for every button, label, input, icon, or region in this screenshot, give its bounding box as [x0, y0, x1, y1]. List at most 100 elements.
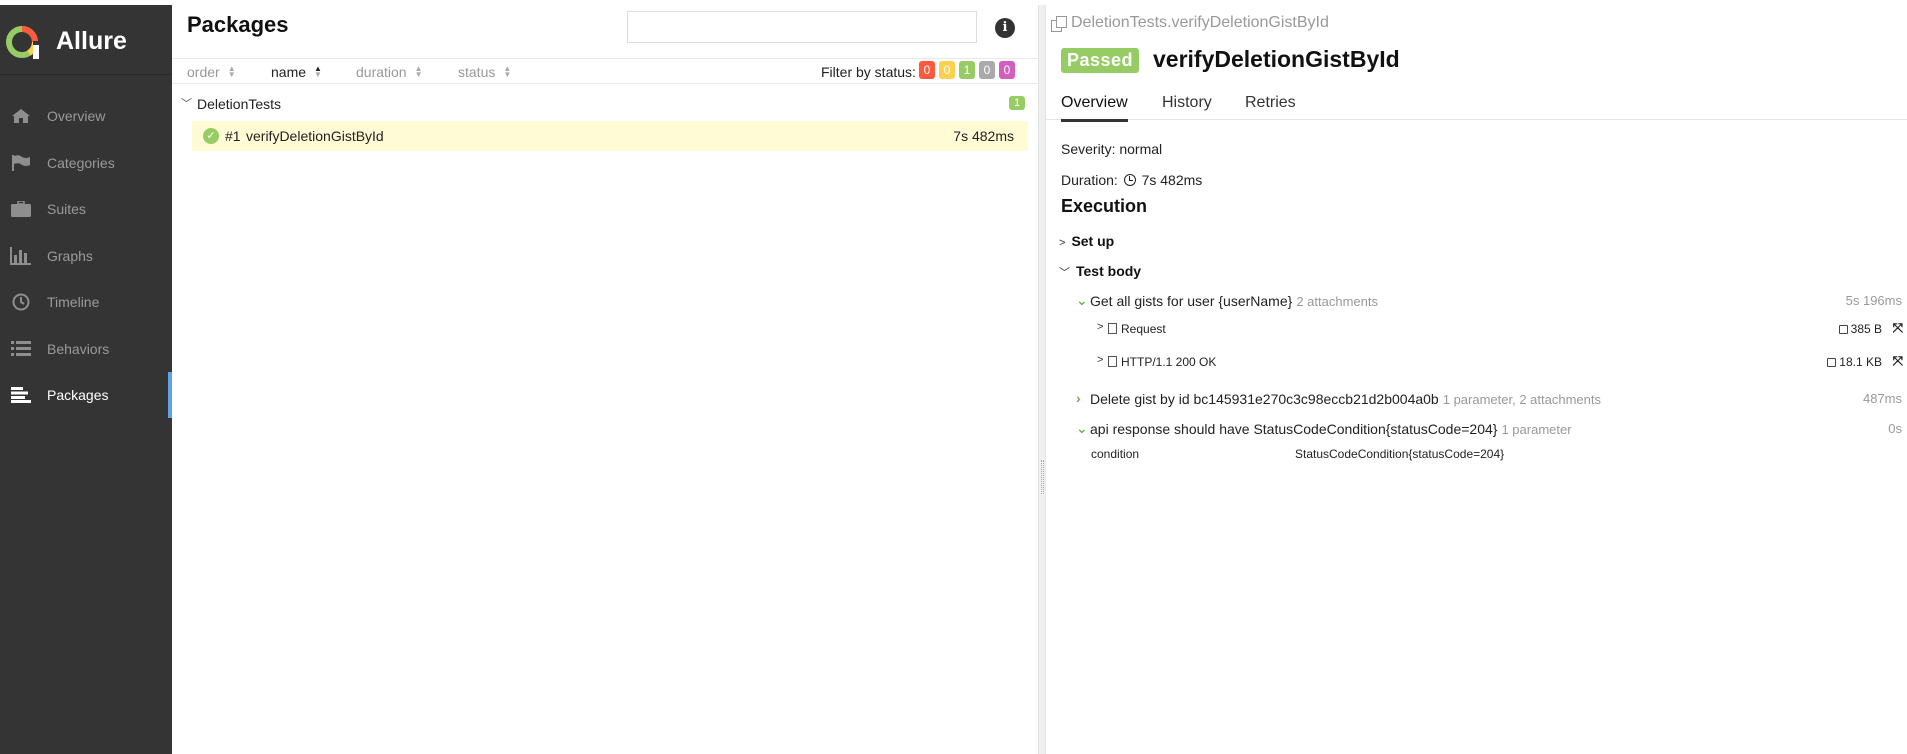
breadcrumb: DeletionTests.verifyDeletionGistById [1051, 14, 1329, 32]
grip-icon [1041, 460, 1044, 494]
expand-icon[interactable]: ⤧ [1893, 353, 1903, 369]
test-body-section[interactable]: ﹀ Test body [1059, 263, 1141, 280]
sort-order-button[interactable]: order ▲ ▼ [187, 64, 236, 80]
tree-group[interactable]: ﹀ DeletionTests 1 [172, 93, 1038, 115]
clock-icon [1123, 174, 1136, 186]
step-duration: 487ms [1862, 391, 1902, 406]
step-name: api response should have StatusCodeCondi… [1090, 421, 1498, 437]
attachment-size-value: 18.1 KB [1839, 355, 1882, 369]
home-icon [10, 107, 32, 125]
sort-name-button[interactable]: name ▲ ▼ [271, 64, 322, 80]
check-circle-icon: ✓ [203, 128, 219, 144]
pane-splitter[interactable] [1038, 5, 1046, 754]
filter-label: Filter by status: [821, 64, 916, 80]
tab-retries[interactable]: Retries [1245, 94, 1296, 120]
tab-history[interactable]: History [1162, 94, 1212, 120]
sidebar-item-label: Suites [47, 201, 86, 217]
severity: Severity: normal [1061, 141, 1163, 157]
brand[interactable]: Allure [0, 5, 172, 75]
sidebar-item-graphs[interactable]: Graphs [0, 233, 172, 280]
sidebar: Allure Overview Categories Suites Graphs [0, 5, 172, 754]
step-meta: 1 parameter, 2 attachments [1442, 392, 1601, 407]
search-input[interactable] [627, 11, 977, 43]
test-duration: 7s 482ms [953, 128, 1014, 144]
status-filter-passed[interactable]: 1 [959, 61, 975, 79]
status-badge: Passed [1061, 48, 1140, 73]
file-icon [1108, 323, 1117, 334]
flag-icon [10, 154, 32, 172]
setup-label: Set up [1071, 233, 1115, 249]
step-row[interactable]: › Delete gist by id bc145931e270c3c98ecc… [1076, 390, 1902, 412]
step-meta: 2 attachments [1296, 294, 1378, 309]
step-row[interactable]: ⌄ api response should have StatusCodeCon… [1076, 420, 1902, 442]
chevron-right-icon: > [1097, 354, 1104, 366]
status-filter-failed[interactable]: 0 [919, 61, 935, 79]
attachment-row[interactable]: > HTTP/1.1 200 OK 18.1 KB ⤧ [1097, 353, 1907, 376]
sidebar-item-suites[interactable]: Suites [0, 186, 172, 233]
list-icon [10, 340, 32, 358]
sort-label: order [187, 64, 220, 80]
sidebar-item-label: Behaviors [47, 340, 110, 357]
sort-status-button[interactable]: status ▲ ▼ [458, 64, 511, 80]
test-row[interactable]: ✓ #1 verifyDeletionGistById 7s 482ms [192, 121, 1028, 151]
sidebar-item-packages[interactable]: Packages [0, 372, 172, 419]
sort-label: name [271, 64, 307, 80]
sort-label: duration [356, 64, 407, 80]
expand-icon[interactable]: ⤧ [1893, 320, 1903, 336]
step-duration: 5s 196ms [1845, 293, 1902, 308]
test-detail-pane: DeletionTests.verifyDeletionGistById Pas… [1046, 5, 1907, 754]
sidebar-item-timeline[interactable]: Timeline [0, 279, 172, 326]
sort-arrows-icon: ▲ ▼ [414, 64, 423, 79]
status-filter: 0 0 1 0 0 [919, 61, 1015, 79]
chevron-down-icon: ⌄ [1076, 420, 1088, 436]
sidebar-item-label: Overview [47, 108, 106, 124]
step-name: Get all gists for user {userName} [1090, 293, 1293, 309]
status-filter-unknown[interactable]: 0 [999, 61, 1015, 79]
attachment-row[interactable]: > Request 385 B ⤧ [1097, 320, 1907, 343]
sidebar-item-label: Categories [47, 154, 115, 171]
attachment-size: 18.1 KB [1827, 355, 1882, 369]
parameter-name: condition [1091, 447, 1140, 461]
file-icon [1108, 356, 1117, 367]
align-left-icon [10, 386, 32, 404]
test-body-label: Test body [1076, 263, 1142, 279]
attachment-name: HTTP/1.1 200 OK [1121, 355, 1217, 369]
step-row[interactable]: ⌄ Get all gists for user {userName} 2 att… [1076, 292, 1902, 314]
detail-tabs: Overview History Retries [1046, 89, 1907, 122]
bar-chart-icon [10, 246, 32, 265]
sidebar-item-behaviors[interactable]: Behaviors [0, 326, 172, 373]
sidebar-nav: Overview Categories Suites Graphs Timeli… [0, 93, 172, 419]
info-icon[interactable]: i [995, 18, 1015, 38]
save-icon [1838, 324, 1848, 334]
sort-bar: order ▲ ▼ name ▲ ▼ duration ▲ ▼ status ▲ ▼ F… [172, 58, 1038, 84]
sort-arrows-icon: ▲ ▼ [314, 64, 322, 79]
allure-logo-icon [6, 26, 39, 59]
attachment-name: Request [1121, 322, 1166, 336]
parameter-value: StatusCodeCondition{statusCode=204} [1295, 447, 1505, 461]
sidebar-item-overview[interactable]: Overview [0, 93, 172, 140]
sidebar-item-label: Timeline [47, 294, 100, 310]
sort-label: status [458, 64, 496, 80]
sort-duration-button[interactable]: duration ▲ ▼ [356, 64, 423, 80]
step-duration: 0s [1888, 421, 1902, 436]
status-filter-skipped[interactable]: 0 [979, 61, 995, 79]
page-title: Packages [187, 12, 289, 37]
tab-overview[interactable]: Overview [1061, 94, 1128, 122]
copy-icon[interactable] [1051, 15, 1067, 32]
chevron-right-icon: > [1097, 321, 1104, 333]
sort-arrows-icon: ▲ ▼ [227, 64, 236, 79]
sidebar-item-categories[interactable]: Categories [0, 140, 172, 187]
attachment-size-value: 385 B [1850, 322, 1882, 336]
step-meta: 1 parameter [1501, 422, 1572, 437]
test-number: #1 [225, 128, 241, 144]
attachment-size: 385 B [1838, 322, 1882, 336]
setup-section[interactable]: > Set up [1059, 233, 1114, 249]
status-filter-broken[interactable]: 0 [939, 61, 955, 79]
test-name: verifyDeletionGistById [246, 128, 384, 144]
brand-name: Allure [56, 27, 127, 55]
chevron-right-icon: › [1076, 390, 1081, 406]
sort-arrows-icon: ▲ ▼ [503, 64, 512, 79]
duration: Duration: 7s 482ms [1061, 172, 1202, 188]
duration-label: Duration: [1061, 172, 1118, 188]
clock-icon [10, 293, 32, 311]
